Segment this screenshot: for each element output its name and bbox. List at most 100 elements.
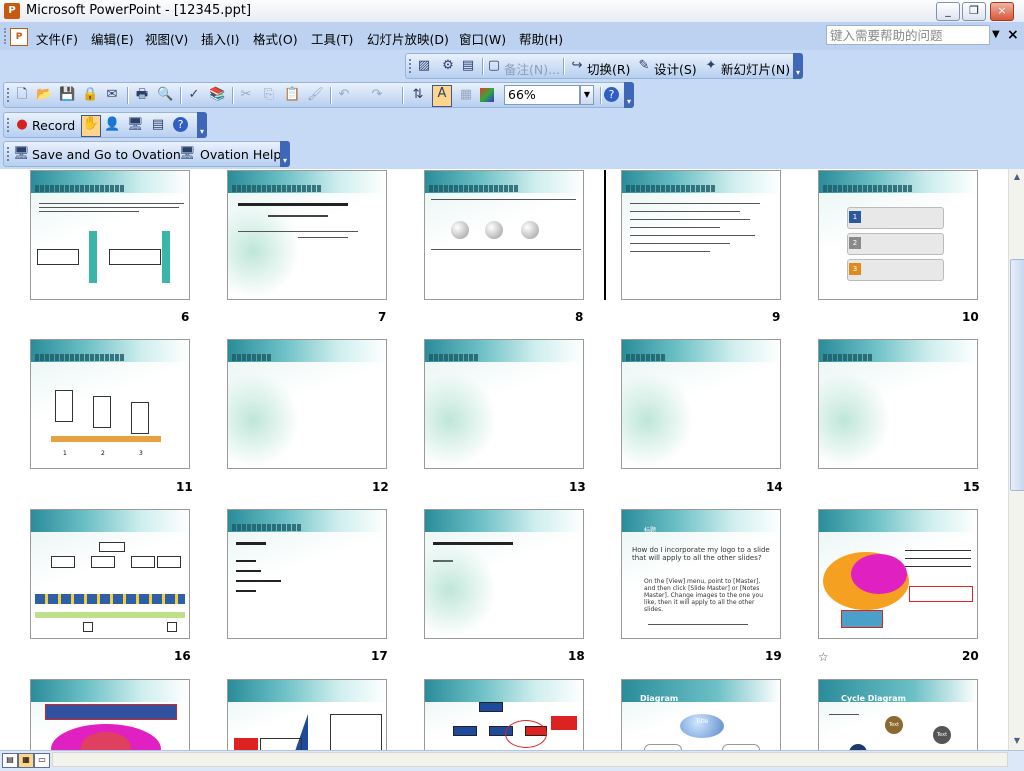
transition-button[interactable]: 切换(R) — [587, 59, 630, 78]
show-formatting-icon[interactable]: ▤ — [460, 58, 476, 74]
slide-thumbnail-18[interactable] — [424, 509, 584, 639]
email-icon[interactable]: ✉ — [104, 87, 120, 103]
monitor-icon: 🖥 — [13, 146, 30, 161]
screen-icon[interactable]: 🖥 — [127, 117, 144, 133]
help-dropdown-icon[interactable]: ▼ — [992, 29, 1000, 40]
paste-icon[interactable]: 📋 — [284, 87, 300, 103]
slideshow-view-icon[interactable]: ▭ — [34, 753, 50, 768]
slide-thumbnail-24[interactable]: Diagram Title — [621, 679, 781, 759]
slide-number: 13 — [569, 480, 586, 494]
summary-slide-icon[interactable]: ⚙ — [440, 58, 456, 74]
slide-thumbnail-7[interactable] — [227, 170, 387, 300]
undo-icon[interactable]: ↶ — [336, 87, 352, 103]
slide-number: 15 — [963, 480, 980, 494]
user-icon[interactable]: 👤 — [104, 117, 120, 133]
close-button[interactable]: × — [990, 2, 1014, 21]
toolbar-grip[interactable] — [7, 147, 11, 161]
slide-thumbnail-23[interactable] — [424, 679, 584, 759]
slide-thumbnail-14[interactable] — [621, 339, 781, 469]
toolbar-grip[interactable] — [7, 118, 11, 132]
design-button[interactable]: 设计(S) — [654, 59, 697, 78]
new-document-icon[interactable]: 🗋 — [14, 87, 30, 103]
record-icon: ● — [16, 117, 28, 132]
print-icon[interactable]: 🖶 — [134, 87, 150, 103]
hide-slide-icon[interactable]: ▨ — [416, 58, 432, 74]
restore-button[interactable]: ❐ — [962, 2, 986, 21]
expand-all-icon[interactable]: ⇅ — [410, 87, 426, 103]
help-icon[interactable]: ? — [173, 117, 188, 132]
menubar-grip[interactable] — [4, 28, 9, 44]
slide-thumbnail-16[interactable] — [30, 509, 190, 639]
open-folder-icon[interactable]: 📂 — [36, 87, 52, 103]
menu-view[interactable]: 视图(V) — [145, 29, 188, 48]
minimize-button[interactable]: _ — [936, 2, 960, 21]
slide-thumbnail-13[interactable] — [424, 339, 584, 469]
powerpoint-app-icon[interactable]: P — [4, 3, 20, 19]
redo-icon[interactable]: ↷ — [369, 87, 385, 103]
cut-icon[interactable]: ✂ — [238, 87, 254, 103]
slide-thumbnail-10[interactable]: 1 2 3 — [818, 170, 978, 300]
menu-slideshow[interactable]: 幻灯片放映(D) — [367, 29, 449, 48]
slide-thumbnail-21[interactable] — [30, 679, 190, 759]
scroll-thumb[interactable] — [1010, 259, 1024, 491]
save-icon[interactable]: 💾 — [59, 87, 75, 103]
menu-tools[interactable]: 工具(T) — [311, 29, 353, 48]
ovation-toolbar: 🖥 Save and Go to Ovation 🖥 Ovation Help … — [3, 141, 290, 167]
vertical-scrollbar[interactable]: ▲ ▼ — [1008, 169, 1024, 750]
toolbar-options-icon[interactable]: ▾ — [197, 112, 207, 138]
toolbar-grip[interactable] — [409, 59, 413, 73]
slide-thumbnail-12[interactable] — [227, 339, 387, 469]
save-and-go-button[interactable]: Save and Go to Ovation — [32, 147, 181, 162]
show-grid-icon[interactable]: ▦ — [458, 87, 474, 103]
toolbar-grip[interactable] — [7, 88, 11, 102]
menu-edit[interactable]: 编辑(E) — [91, 29, 134, 48]
help-icon[interactable]: ? — [604, 87, 619, 102]
new-slide-button[interactable]: 新幻灯片(N) — [721, 59, 790, 78]
help-search-input[interactable]: 键入需要帮助的问题 — [826, 25, 990, 45]
slide-thumbnail-22[interactable] — [227, 679, 387, 759]
menu-window[interactable]: 窗口(W) — [459, 29, 506, 48]
new-slide-icon: ✦ — [705, 58, 717, 73]
toolbar-options-icon[interactable]: ▾ — [280, 141, 290, 167]
show-formatting-toggle-icon[interactable]: A — [432, 85, 452, 107]
slide-thumbnail-6[interactable] — [30, 170, 190, 300]
animation-star-icon: ☆ — [818, 650, 829, 664]
research-icon[interactable]: 📚 — [209, 87, 225, 103]
record-button[interactable]: Record — [32, 118, 75, 133]
print-preview-icon[interactable]: 🔍 — [157, 87, 173, 103]
copy-icon[interactable]: ⎘ — [261, 87, 277, 103]
slide-thumbnail-25[interactable]: Cycle Diagram Text Text Text — [818, 679, 978, 759]
zoom-dropdown-icon[interactable]: ▼ — [580, 85, 594, 105]
toolbar-options-icon[interactable]: ▾ — [793, 53, 803, 79]
close-document-icon[interactable]: × — [1007, 27, 1019, 43]
presenter-icon[interactable]: ✋ — [81, 115, 101, 137]
permission-icon[interactable]: 🔒 — [82, 87, 98, 103]
menu-format[interactable]: 格式(O) — [253, 29, 298, 48]
menu-help[interactable]: 帮助(H) — [519, 29, 563, 48]
horizontal-scrollbar[interactable] — [52, 752, 1008, 767]
toolbar-options-icon[interactable]: ▾ — [624, 82, 634, 108]
format-painter-icon[interactable]: 🖌 — [307, 87, 324, 103]
slide-thumbnail-9[interactable] — [621, 170, 781, 300]
slide-thumbnail-19[interactable]: 标题 How do I incorporate my logo to a sli… — [621, 509, 781, 639]
settings-icon[interactable]: ▤ — [150, 117, 166, 133]
document-icon[interactable]: P — [10, 28, 28, 46]
slide-thumbnail-17[interactable] — [227, 509, 387, 639]
slide-sorter-view-icon[interactable]: ▦ — [18, 753, 34, 768]
ovation-help-button[interactable]: Ovation Help — [200, 147, 281, 162]
scroll-down-icon[interactable]: ▼ — [1011, 735, 1023, 747]
spelling-icon[interactable]: ✓ — [186, 87, 202, 103]
normal-view-icon[interactable]: ▤ — [2, 753, 18, 768]
slide-thumbnail-15[interactable] — [818, 339, 978, 469]
separator — [180, 87, 182, 104]
notes-button[interactable]: 备注(N)... — [504, 59, 560, 78]
menu-file[interactable]: 文件(F) — [36, 29, 78, 48]
scroll-up-icon[interactable]: ▲ — [1011, 171, 1023, 183]
color-grayscale-icon[interactable] — [480, 88, 494, 102]
menu-insert[interactable]: 插入(I) — [201, 29, 239, 48]
slide-number: 17 — [371, 649, 388, 663]
slide-thumbnail-11[interactable]: 1 2 3 — [30, 339, 190, 469]
slide-thumbnail-20[interactable] — [818, 509, 978, 639]
slide-thumbnail-8[interactable] — [424, 170, 584, 300]
zoom-input[interactable]: 66% — [504, 85, 580, 105]
